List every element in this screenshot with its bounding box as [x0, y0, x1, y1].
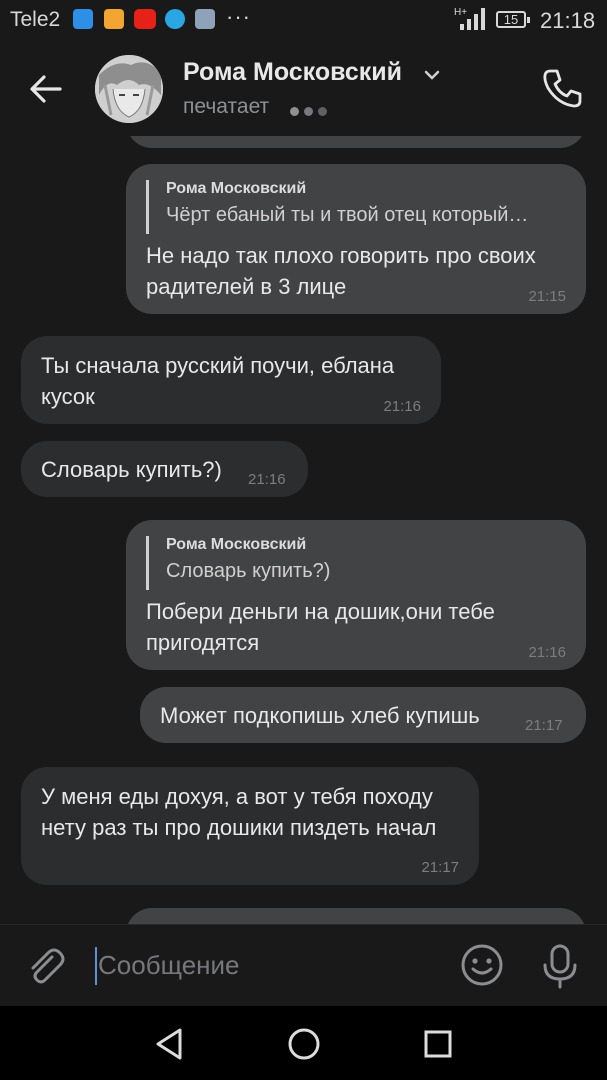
chevron-down-icon[interactable]	[422, 68, 442, 82]
avatar-image	[95, 55, 163, 123]
reply-quote[interactable]: Рома Московский Чёрт ебаный ты и твой от…	[146, 180, 528, 234]
gallery-notification-icon	[195, 9, 215, 29]
reply-quote[interactable]: Рома Московский Словарь купить?)	[146, 536, 330, 590]
message-bubble[interactable]: У меня еды дохуя, а вот у тебя походу не…	[21, 767, 479, 885]
reply-author: Рома Московский	[166, 180, 307, 197]
chat-title[interactable]: Рома Московский	[183, 58, 402, 87]
message-bubble-partial[interactable]	[126, 908, 586, 924]
message-text: Словарь купить?)	[41, 457, 222, 482]
message-input[interactable]: Сообщение	[98, 950, 240, 981]
carrier-name: Tele2	[10, 8, 61, 31]
text-cursor	[95, 947, 97, 985]
message-text: Побери деньги на дошик,они тебе пригодят…	[146, 599, 495, 655]
message-time: 21:16	[383, 398, 421, 415]
message-composer: Сообщение	[0, 924, 607, 1007]
message-time: 21:17	[421, 859, 459, 876]
message-time: 21:15	[528, 288, 566, 305]
back-nav-icon[interactable]	[150, 1024, 190, 1064]
network-type: H+	[454, 7, 467, 18]
message-bubble[interactable]: Рома Московский Чёрт ебаный ты и твой от…	[126, 164, 586, 314]
typing-indicator	[290, 103, 332, 121]
message-text: Может подкопишь хлеб купишь	[160, 703, 480, 728]
typing-status: печатает	[183, 95, 270, 118]
status-bar: Tele2 ··· H+ 15 21:18	[0, 0, 607, 40]
reply-author: Рома Московский	[166, 536, 307, 553]
system-nav-bar	[0, 1006, 607, 1080]
youtube-notification-icon	[134, 9, 156, 29]
message-text: Не надо так плохо говорить про своих рад…	[146, 243, 536, 299]
more-notifications-icon: ···	[226, 4, 251, 29]
app-notification-icon	[104, 9, 124, 29]
reply-text: Словарь купить?)	[166, 560, 331, 582]
recents-nav-icon[interactable]	[418, 1024, 458, 1064]
smile-icon[interactable]	[460, 943, 504, 987]
message-time: 21:17	[525, 717, 563, 734]
messages-notification-icon	[73, 9, 93, 29]
home-nav-icon[interactable]	[284, 1024, 324, 1064]
chat-header: Рома Московский печатает	[0, 40, 607, 136]
message-text: Ты сначала русский поучи, еблана кусок	[41, 353, 395, 409]
message-list[interactable]: Рома Московский Чёрт ебаный ты и твой от…	[0, 136, 607, 924]
arrow-left-icon[interactable]	[26, 69, 66, 109]
message-time: 21:16	[528, 644, 566, 661]
message-time: 21:16	[248, 471, 286, 488]
status-time: 21:18	[540, 8, 596, 33]
battery-level: 15	[503, 12, 519, 27]
telegram-notification-icon	[165, 9, 185, 29]
message-bubble-partial[interactable]	[126, 136, 586, 148]
battery-icon: 15	[496, 11, 530, 28]
microphone-icon[interactable]	[540, 943, 580, 989]
message-bubble[interactable]: Может подкопишь хлеб купишь 21:17	[140, 687, 586, 743]
signal-icon: H+	[454, 7, 485, 30]
reply-text: Чёрт ебаный ты и твой отец который…	[166, 204, 529, 226]
message-bubble[interactable]: Рома Московский Словарь купить?) Побери …	[126, 520, 586, 670]
message-text: У меня еды дохуя, а вот у тебя походу не…	[41, 784, 437, 840]
avatar[interactable]	[95, 55, 163, 123]
message-bubble[interactable]: Словарь купить?) 21:16	[21, 441, 308, 497]
paperclip-icon[interactable]	[24, 945, 68, 989]
message-bubble[interactable]: Ты сначала русский поучи, еблана кусок 2…	[21, 336, 441, 424]
phone-icon[interactable]	[540, 66, 584, 110]
